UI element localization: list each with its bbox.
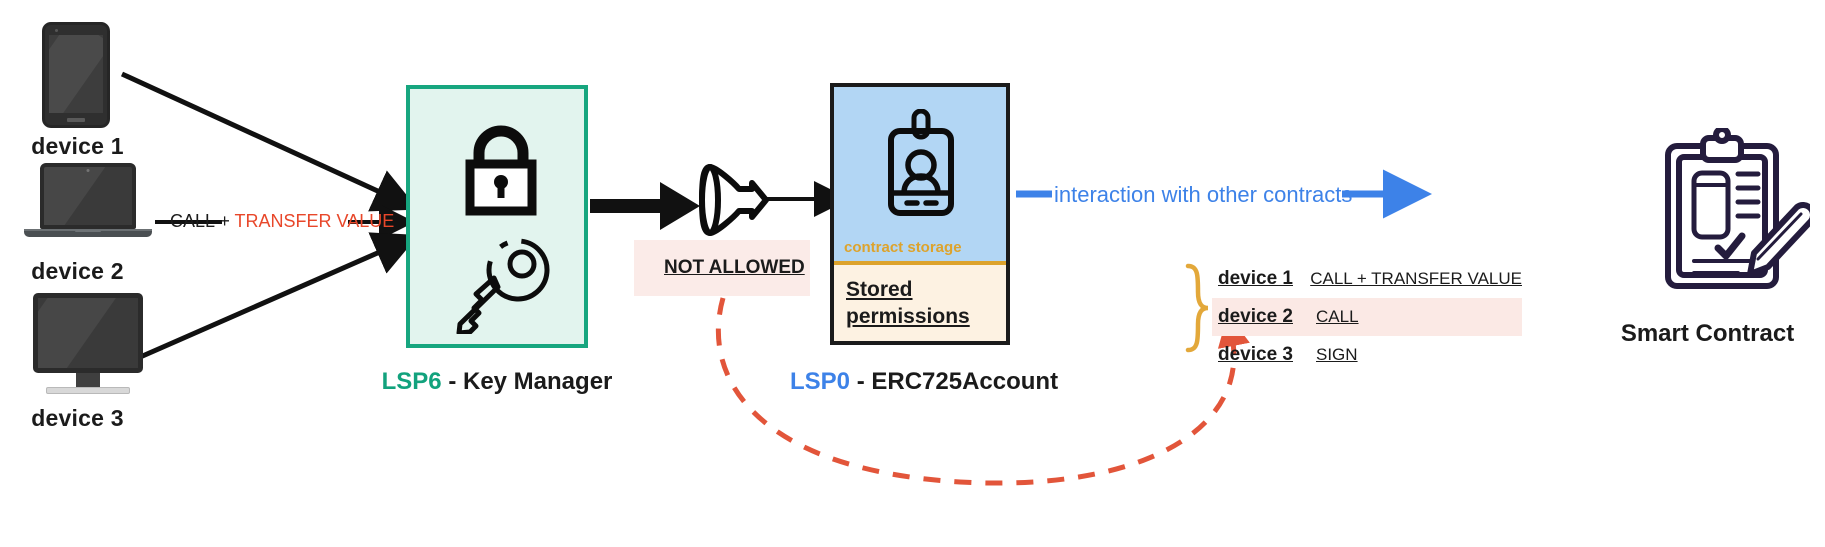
stored-permissions-line2: permissions xyxy=(846,304,970,328)
device2-edge-label-accent: TRANSFER VALUE xyxy=(234,211,395,231)
permissions-table: device 1 CALL + TRANSFER VALUE device 2 … xyxy=(1212,260,1522,374)
device-1-icon xyxy=(42,22,110,128)
device2-edge-label: CALL + TRANSFER VALUE xyxy=(170,211,394,232)
lsp0-separator: - xyxy=(850,368,872,395)
permission-device: device 1 xyxy=(1218,268,1293,289)
table-row[interactable]: device 3 SIGN xyxy=(1212,336,1522,374)
device-1-label: device 1 xyxy=(31,133,124,159)
lsp0-account-box[interactable]: contract storage Stored permissions xyxy=(830,83,1010,345)
monitor-neck xyxy=(76,373,100,387)
laptop-base xyxy=(24,229,152,237)
contract-storage-label: contract storage xyxy=(844,239,962,256)
id-badge-icon xyxy=(888,109,954,216)
padlock-icon xyxy=(465,125,537,216)
permission-value: SIGN xyxy=(1316,345,1358,364)
lsp0-contract-storage-region: contract storage xyxy=(834,87,1006,265)
not-allowed-label: NOT ALLOWED xyxy=(664,257,805,278)
lsp6-caption: LSP6 - Key Manager xyxy=(356,368,638,396)
lsp6-separator: - xyxy=(441,368,463,395)
table-row[interactable]: device 2 CALL xyxy=(1212,298,1522,336)
lsp0-caption: LSP0 - ERC725Account xyxy=(790,368,1058,396)
device-3-label: device 3 xyxy=(31,405,124,431)
monitor-foot xyxy=(46,387,130,394)
edge-device3-to-keymanager xyxy=(120,232,419,368)
edge-device1-to-keymanager xyxy=(120,71,419,212)
device-2-label: device 2 xyxy=(31,258,124,284)
device-3-icon xyxy=(22,293,154,394)
key-icon xyxy=(456,238,550,334)
smart-contract-label: Smart Contract xyxy=(1620,320,1795,347)
table-row[interactable]: device 1 CALL + TRANSFER VALUE xyxy=(1212,260,1522,298)
lsp6-key-manager-box[interactable] xyxy=(406,85,588,348)
lsp6-name: Key Manager xyxy=(462,368,613,395)
permission-value: CALL xyxy=(1316,307,1359,326)
funnel-icon xyxy=(699,164,769,236)
clipboard-pen-icon xyxy=(1665,128,1810,289)
stored-permissions-label: Stored permissions xyxy=(834,265,1006,331)
lsp0-name: ERC725Account xyxy=(871,368,1059,395)
lsp0-code: LSP0 xyxy=(790,368,851,395)
permissions-brace xyxy=(1185,263,1209,353)
lsp6-code: LSP6 xyxy=(381,368,442,395)
phone-home-bar xyxy=(67,118,85,122)
interaction-label: interaction with other contracts xyxy=(1054,182,1353,207)
phone-camera-dot xyxy=(55,29,58,32)
edge-keymanager-to-filter xyxy=(590,182,700,230)
device2-edge-label-prefix: CALL + xyxy=(170,211,235,231)
not-allowed-badge: NOT ALLOWED xyxy=(634,240,810,296)
device-2-icon xyxy=(22,163,154,237)
permission-device: device 3 xyxy=(1218,344,1293,365)
permission-device: device 2 xyxy=(1218,306,1293,327)
permission-value: CALL + TRANSFER VALUE xyxy=(1310,269,1522,288)
diagram-canvas: device 1 device 2 device 3 CALL + TRANSF… xyxy=(0,0,1825,547)
stored-permissions-line1: Stored xyxy=(846,278,913,301)
